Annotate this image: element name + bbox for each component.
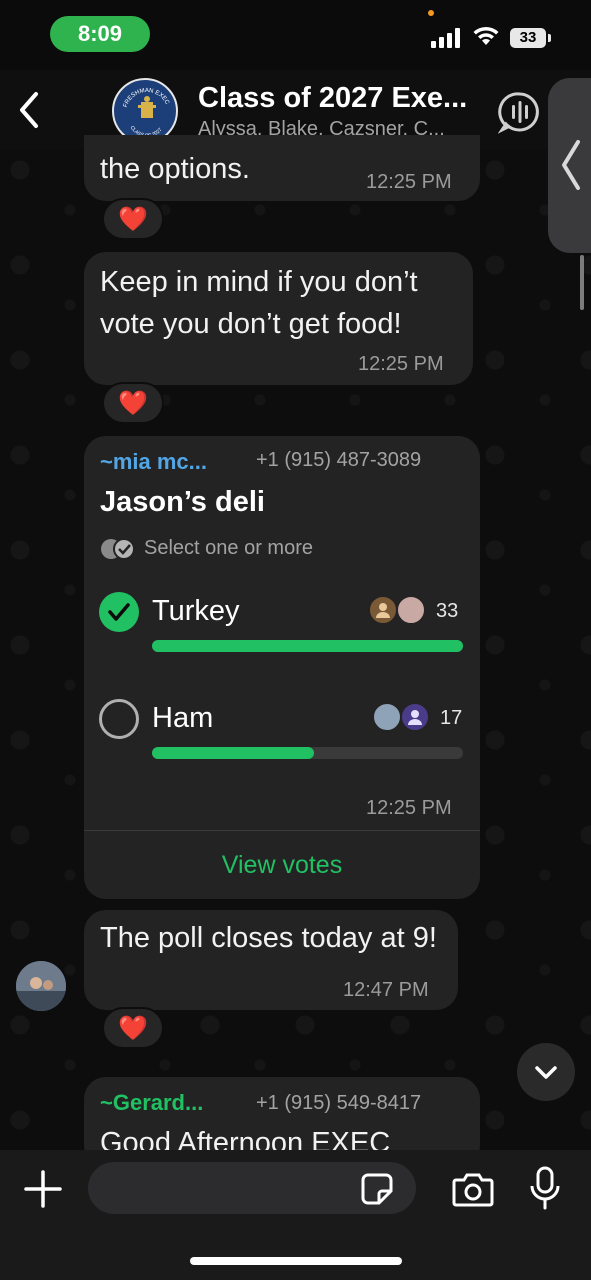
- chevron-left-icon: [562, 140, 580, 190]
- poll-option-checkbox-checked[interactable]: [99, 592, 139, 632]
- poll-title: Jason’s deli: [100, 486, 265, 518]
- voter-avatar: [368, 595, 398, 625]
- message-time: 12:25 PM: [358, 353, 444, 375]
- double-check-icon: [101, 538, 135, 560]
- reaction-heart[interactable]: ❤️: [102, 1007, 164, 1049]
- poll-sender-phone: +1 (915) 487-3089: [256, 449, 422, 471]
- camera-icon[interactable]: [452, 1170, 494, 1208]
- message-text: The poll closes today at 9!: [100, 922, 437, 954]
- message-sender-phone: +1 (915) 549-8417: [256, 1092, 422, 1114]
- reaction-heart[interactable]: ❤️: [102, 198, 164, 240]
- microphone-icon[interactable]: [528, 1166, 562, 1210]
- poll-option-bar: [152, 640, 463, 652]
- status-bar: 8:09 33: [0, 0, 591, 70]
- battery-indicator: 33: [510, 28, 551, 48]
- poll-subtitle: Select one or more: [144, 537, 313, 559]
- scroll-indicator: [580, 255, 584, 310]
- scroll-to-bottom-button[interactable]: [517, 1043, 575, 1101]
- message-time: 12:47 PM: [343, 979, 429, 1001]
- back-chevron-icon[interactable]: [12, 88, 48, 132]
- poll-option-bar: [152, 747, 463, 759]
- privacy-indicator-dot: [428, 10, 434, 16]
- voter-avatar: [372, 702, 402, 732]
- message-composer: [0, 1150, 591, 1280]
- sender-avatar[interactable]: [16, 961, 66, 1011]
- poll-option-bar-fill: [152, 640, 463, 652]
- poll-option-count: 17: [440, 707, 463, 729]
- poll-option-label[interactable]: Ham: [152, 702, 213, 735]
- status-time: 8:09: [50, 16, 150, 52]
- message-text: Keep in mind if you don’t vote you don’t…: [100, 266, 418, 340]
- poll-sender-name[interactable]: ~mia mc...: [100, 449, 207, 475]
- wifi-icon: [473, 26, 499, 45]
- plus-icon[interactable]: [22, 1168, 64, 1210]
- message-text: the options.: [100, 153, 250, 185]
- reaction-heart[interactable]: ❤️: [102, 382, 164, 424]
- home-indicator: [190, 1257, 402, 1265]
- chevron-down-icon: [535, 1066, 557, 1079]
- poll-option-bar-fill: [152, 747, 314, 759]
- cellular-signal-icon: [431, 28, 460, 48]
- sticker-icon[interactable]: [360, 1172, 394, 1206]
- voter-avatar: [400, 702, 430, 732]
- message-sender-name[interactable]: ~Gerard...: [100, 1090, 203, 1116]
- poll-time: 12:25 PM: [366, 797, 452, 819]
- poll-option-count: 33: [436, 600, 459, 622]
- message-time: 12:25 PM: [366, 171, 452, 193]
- group-title[interactable]: Class of 2027 Exe...: [198, 82, 488, 115]
- side-drawer-handle[interactable]: [548, 78, 591, 253]
- poll-option-label[interactable]: Turkey: [152, 595, 240, 628]
- poll-option-checkbox[interactable]: [99, 699, 139, 739]
- voice-chat-icon[interactable]: [498, 90, 542, 134]
- voter-avatar: [396, 595, 426, 625]
- view-votes-button[interactable]: View votes: [84, 830, 480, 898]
